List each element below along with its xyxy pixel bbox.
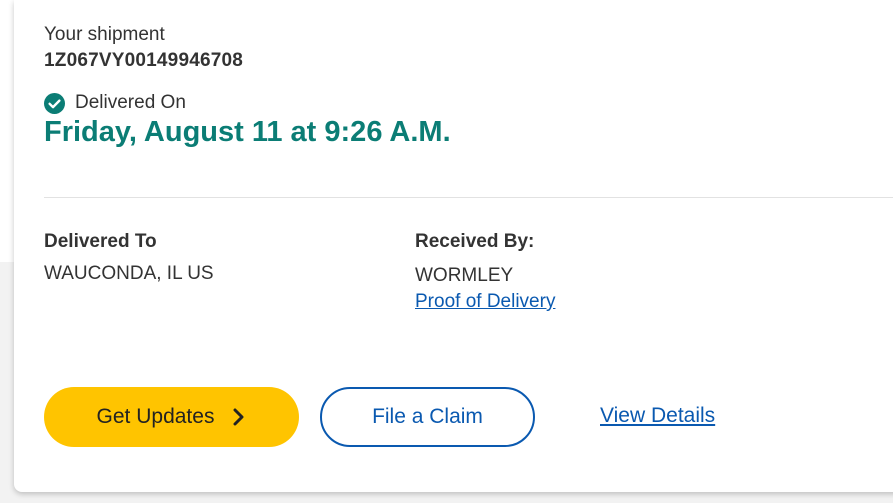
get-updates-button[interactable]: Get Updates [44,387,299,447]
divider [44,197,893,198]
received-by-value: WORMLEY [415,265,514,286]
view-details-link[interactable]: View Details [600,404,715,428]
status-label: Delivered On [75,92,186,113]
shipment-label: Your shipment [44,24,165,45]
delivered-to-value: WAUCONDA, IL US [44,263,214,284]
shipment-card: Your shipment 1Z067VY00149946708 Deliver… [14,0,893,492]
delivery-date: Friday, August 11 at 9:26 A.M. [44,116,451,148]
proof-of-delivery-link[interactable]: Proof of Delivery [415,291,555,313]
chevron-right-icon [232,408,246,426]
delivery-status: Delivered On [44,92,186,114]
get-updates-label: Get Updates [96,405,215,428]
file-claim-button[interactable]: File a Claim [320,387,535,447]
received-by-label: Received By: [415,231,535,252]
file-claim-label: File a Claim [372,405,483,428]
delivered-to-label: Delivered To [44,231,157,252]
check-circle-icon [44,92,65,114]
tracking-number: 1Z067VY00149946708 [44,50,244,71]
